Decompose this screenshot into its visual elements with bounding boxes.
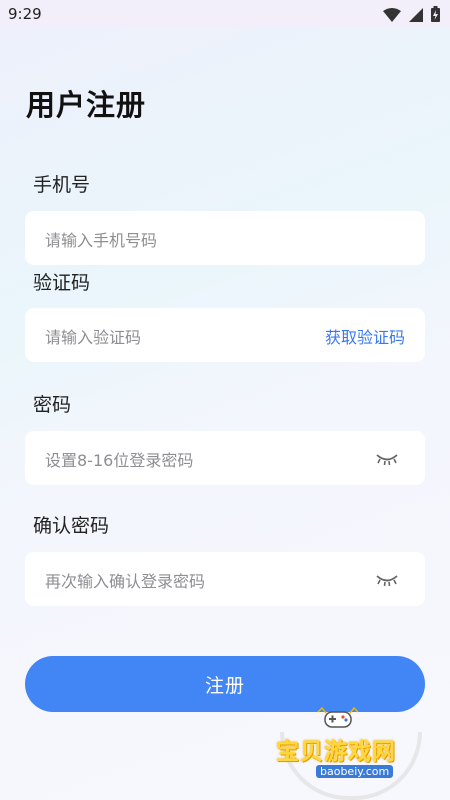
status-bar: 9:29: [0, 0, 450, 28]
status-time: 9:29: [8, 5, 42, 23]
phone-field[interactable]: 请输入手机号码: [25, 211, 425, 265]
code-placeholder: 请输入验证码: [45, 328, 142, 347]
phone-label: 手机号: [33, 174, 91, 196]
password-field[interactable]: 设置8-16位登录密码: [25, 431, 425, 485]
watermark-title: 宝贝游戏网: [276, 739, 396, 765]
battery-icon: [431, 6, 440, 26]
page-title: 用户注册: [26, 88, 147, 122]
signal-icon: [409, 7, 423, 26]
get-code-button[interactable]: 获取验证码: [325, 324, 405, 348]
gamepad-icon: [316, 704, 360, 734]
status-icons: [383, 6, 440, 26]
phone-placeholder: 请输入手机号码: [45, 231, 158, 250]
password-placeholder: 设置8-16位登录密码: [45, 451, 194, 470]
confirm-label: 确认密码: [33, 515, 110, 537]
eye-closed-icon[interactable]: [375, 572, 399, 591]
code-field[interactable]: 请输入验证码 获取验证码: [25, 308, 425, 362]
watermark-url: baobeiy.com: [316, 765, 394, 778]
password-label: 密码: [33, 394, 72, 416]
code-label: 验证码: [33, 272, 91, 294]
confirm-password-field[interactable]: 再次输入确认登录密码: [25, 552, 425, 606]
eye-closed-icon[interactable]: [375, 451, 399, 470]
wifi-icon: [383, 7, 401, 26]
watermark: 宝贝游戏网 baobeiy.com: [268, 702, 428, 800]
confirm-placeholder: 再次输入确认登录密码: [45, 572, 206, 591]
